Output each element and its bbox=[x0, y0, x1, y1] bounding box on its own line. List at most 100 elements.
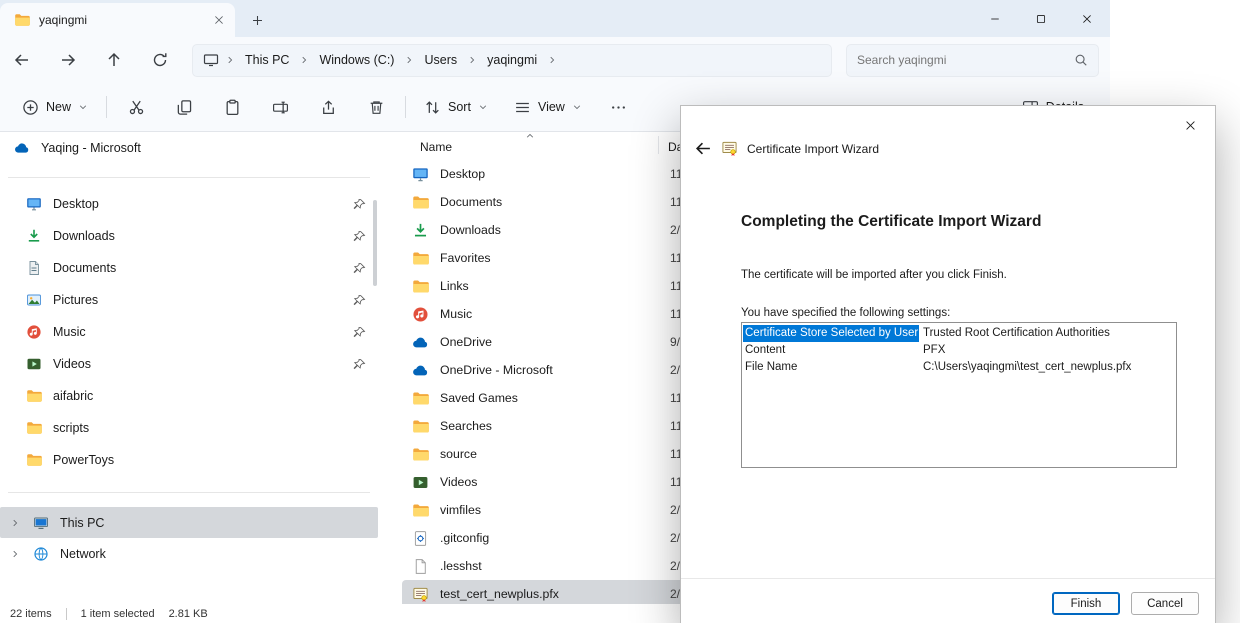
sidebar-item-label: Yaqing - Microsoft bbox=[41, 141, 141, 155]
file-date: 2/ bbox=[670, 503, 680, 517]
sort-button-label: Sort bbox=[448, 100, 471, 114]
chevron-right-icon[interactable] bbox=[404, 55, 414, 65]
rename-button[interactable] bbox=[261, 91, 299, 123]
setting-row[interactable]: File Name C:\Users\yaqingmi\test_cert_ne… bbox=[743, 359, 1175, 376]
more-icon bbox=[610, 99, 627, 116]
new-button[interactable]: New bbox=[14, 91, 96, 123]
view-button[interactable]: View bbox=[506, 91, 590, 123]
certificate-import-wizard-dialog: Certificate Import Wizard Completing the… bbox=[680, 105, 1216, 623]
breadcrumb-item[interactable]: yaqingmi bbox=[483, 51, 541, 69]
sidebar-item-desktop[interactable]: Desktop bbox=[0, 188, 378, 220]
file-name: Documents bbox=[440, 195, 502, 209]
sidebar-item-pictures[interactable]: Pictures bbox=[0, 284, 378, 316]
setting-row[interactable]: Content PFX bbox=[743, 342, 1175, 359]
copy-button[interactable] bbox=[165, 91, 203, 123]
search-input[interactable] bbox=[857, 53, 1068, 67]
column-header-name[interactable]: Name bbox=[420, 140, 452, 154]
folder-icon bbox=[412, 390, 429, 407]
copy-icon bbox=[176, 99, 193, 116]
breadcrumb-item[interactable]: Windows (C:) bbox=[315, 51, 398, 69]
delete-button[interactable] bbox=[357, 91, 395, 123]
refresh-button[interactable] bbox=[144, 44, 176, 76]
sidebar-item-aifabric[interactable]: aifabric bbox=[0, 380, 378, 412]
sidebar-item-scripts[interactable]: scripts bbox=[0, 412, 378, 444]
breadcrumb-item[interactable]: This PC bbox=[241, 51, 293, 69]
sidebar-scrollbar[interactable] bbox=[373, 200, 377, 286]
search-box bbox=[846, 44, 1099, 77]
settings-listbox[interactable]: Certificate Store Selected by User Trust… bbox=[741, 322, 1177, 468]
file-date: 2/ bbox=[670, 587, 680, 601]
close-icon bbox=[1081, 13, 1093, 25]
chevron-right-icon[interactable] bbox=[547, 55, 557, 65]
folder-icon bbox=[26, 388, 42, 404]
see-more-button[interactable] bbox=[600, 91, 638, 123]
sidebar-item-downloads[interactable]: Downloads bbox=[0, 220, 378, 252]
cloud-icon bbox=[412, 362, 429, 379]
back-button[interactable] bbox=[6, 44, 38, 76]
documents-icon bbox=[26, 260, 42, 276]
cancel-button[interactable]: Cancel bbox=[1131, 592, 1199, 615]
finish-button[interactable]: Finish bbox=[1052, 592, 1120, 615]
chevron-down-icon bbox=[78, 102, 88, 112]
column-divider[interactable] bbox=[658, 136, 659, 154]
sidebar-item-powertoys[interactable]: PowerToys bbox=[0, 444, 378, 476]
wizard-body-text: The certificate will be imported after y… bbox=[741, 269, 1007, 281]
sidebar-divider bbox=[8, 492, 370, 493]
sidebar-item-documents[interactable]: Documents bbox=[0, 252, 378, 284]
setting-row[interactable]: Certificate Store Selected by User Trust… bbox=[743, 325, 1175, 342]
file-name: Searches bbox=[440, 419, 492, 433]
sidebar-item-network[interactable]: Network bbox=[0, 538, 378, 569]
paste-button[interactable] bbox=[213, 91, 251, 123]
explorer-tab[interactable]: yaqingmi bbox=[0, 3, 235, 37]
forward-button[interactable] bbox=[52, 44, 84, 76]
file-name: Desktop bbox=[440, 167, 485, 181]
desktop-icon bbox=[412, 166, 429, 183]
setting-value: PFX bbox=[919, 342, 945, 359]
share-button[interactable] bbox=[309, 91, 347, 123]
search-icon[interactable] bbox=[1074, 53, 1088, 67]
sort-button[interactable]: Sort bbox=[416, 91, 496, 123]
navigation-bar: This PC Windows (C:) Users yaqingmi bbox=[0, 37, 1110, 83]
cut-button[interactable] bbox=[117, 91, 155, 123]
file-name: OneDrive bbox=[440, 335, 492, 349]
sidebar-divider bbox=[8, 177, 370, 178]
trash-icon bbox=[368, 99, 385, 116]
wizard-header: Certificate Import Wizard bbox=[695, 140, 879, 157]
videos-icon bbox=[26, 356, 42, 372]
setting-value: C:\Users\yaqingmi\test_cert_newplus.pfx bbox=[919, 359, 1131, 376]
wizard-header-title: Certificate Import Wizard bbox=[747, 142, 879, 156]
file-date: 2/ bbox=[670, 559, 680, 573]
chevron-right-icon[interactable] bbox=[299, 55, 309, 65]
folder-icon bbox=[412, 446, 429, 463]
sidebar-item-label: aifabric bbox=[53, 389, 93, 403]
dialog-footer-divider bbox=[681, 578, 1215, 579]
breadcrumb-item[interactable]: Users bbox=[420, 51, 461, 69]
up-button[interactable] bbox=[98, 44, 130, 76]
file-name: Favorites bbox=[440, 251, 491, 265]
window-controls bbox=[972, 0, 1110, 37]
expand-chevron-icon[interactable] bbox=[10, 549, 20, 559]
dialog-close-button[interactable] bbox=[1173, 112, 1207, 138]
expand-chevron-icon[interactable] bbox=[10, 518, 20, 528]
setting-key: File Name bbox=[743, 359, 919, 376]
chevron-right-icon[interactable] bbox=[467, 55, 477, 65]
sidebar-item-onedrive[interactable]: Yaqing - Microsoft bbox=[0, 133, 378, 163]
minimize-button[interactable] bbox=[972, 0, 1018, 37]
sidebar-item-videos[interactable]: Videos bbox=[0, 348, 378, 380]
scissors-icon bbox=[128, 99, 145, 116]
selection-count: 1 item selected bbox=[81, 608, 155, 620]
wizard-back-button[interactable] bbox=[695, 140, 712, 157]
address-bar[interactable]: This PC Windows (C:) Users yaqingmi bbox=[192, 44, 832, 77]
sidebar-item-music[interactable]: Music bbox=[0, 316, 378, 348]
close-button[interactable] bbox=[1064, 0, 1110, 37]
tab-close-icon[interactable] bbox=[213, 14, 225, 26]
sidebar-item-this-pc[interactable]: This PC bbox=[0, 507, 378, 538]
new-tab-button[interactable] bbox=[251, 14, 264, 27]
status-divider bbox=[66, 608, 67, 620]
refresh-icon bbox=[152, 52, 168, 68]
folder-icon bbox=[14, 12, 30, 28]
pin-icon bbox=[353, 326, 366, 339]
maximize-button[interactable] bbox=[1018, 0, 1064, 37]
breadcrumb: This PC Windows (C:) Users yaqingmi bbox=[241, 51, 557, 69]
pin-icon bbox=[353, 294, 366, 307]
